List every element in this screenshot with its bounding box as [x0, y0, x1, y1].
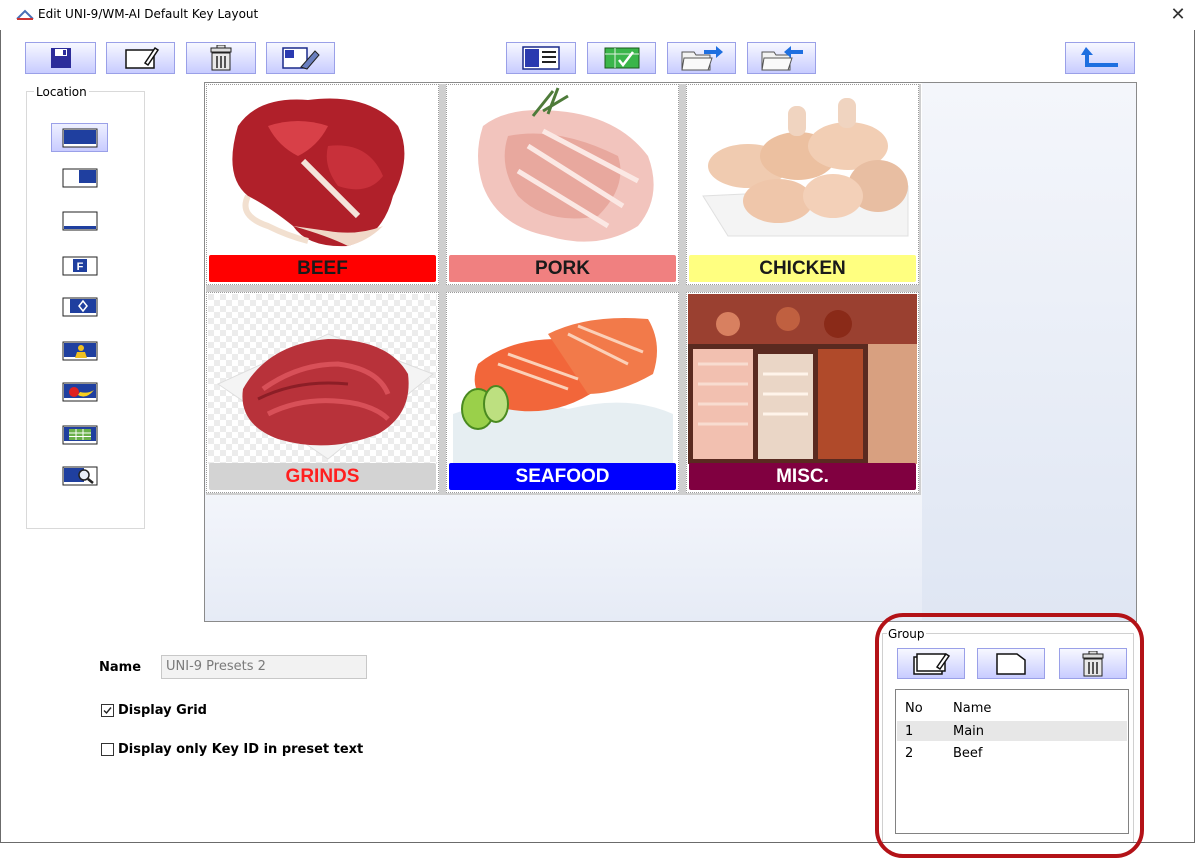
edit-group-icon: [913, 652, 951, 675]
location-produce-button[interactable]: [51, 377, 108, 406]
window-title: Edit UNI-9/WM-AI Default Key Layout: [38, 7, 259, 21]
deli-case-image: [688, 294, 917, 464]
location-right-button[interactable]: [51, 163, 108, 192]
ground-meat-image: [208, 294, 437, 464]
group-edit-button[interactable]: [897, 648, 965, 679]
name-field[interactable]: UNI-9 Presets 2: [161, 655, 367, 679]
grid-icon: [62, 425, 97, 444]
key-list-button[interactable]: [506, 42, 576, 74]
folder-import-icon: [760, 46, 803, 71]
canvas-empty-area: [922, 83, 1136, 620]
location-person-button[interactable]: [51, 336, 108, 365]
folder-export-icon: [680, 46, 723, 71]
full-layout-icon: [62, 128, 97, 147]
location-label: Location: [34, 85, 89, 99]
group-no: 2: [905, 745, 914, 761]
svg-text:F: F: [76, 261, 83, 273]
display-key-id-checkbox[interactable]: [101, 743, 114, 756]
column-header-no: No: [905, 700, 923, 716]
eraser-icon: [281, 47, 320, 70]
group-list-header: No Name: [897, 698, 1127, 718]
exit-button[interactable]: [1065, 42, 1135, 74]
floppy-disk-icon: [50, 48, 71, 68]
display-grid-label: Display Grid: [118, 703, 207, 718]
title-bar: Edit UNI-9/WM-AI Default Key Layout ✕: [0, 0, 1195, 30]
preset-key-chicken[interactable]: CHICKEN: [686, 84, 919, 285]
preset-key-beef[interactable]: BEEF: [206, 84, 439, 285]
display-key-id-checkbox-row[interactable]: Display only Key ID in preset text: [101, 742, 363, 757]
location-diamond-button[interactable]: [51, 292, 108, 321]
key-label: SEAFOOD: [449, 463, 676, 490]
save-button[interactable]: [25, 42, 96, 74]
key-label: MISC.: [689, 463, 916, 490]
list-item[interactable]: 2 Beef: [897, 743, 1127, 763]
display-grid-checkbox[interactable]: [101, 704, 114, 717]
key-label: PORK: [449, 255, 676, 282]
chicken-legs-image: [688, 86, 917, 256]
close-button[interactable]: ✕: [1166, 3, 1190, 27]
group-no: 1: [905, 723, 914, 739]
trash-icon: [1082, 650, 1104, 676]
display-key-id-label: Display only Key ID in preset text: [118, 742, 364, 757]
preset-key-seafood[interactable]: SEAFOOD: [446, 292, 679, 493]
beef-steak-image: [208, 86, 437, 256]
diamond-icon: [62, 297, 97, 316]
column-header-name: Name: [953, 700, 992, 716]
clear-layout-button[interactable]: [266, 42, 335, 74]
magnifier-icon: [62, 466, 97, 485]
produce-icon: [62, 382, 97, 401]
bottom-layout-icon: [62, 211, 97, 230]
return-arrow-icon: [1081, 47, 1118, 67]
salmon-fillet-image: [448, 294, 677, 464]
export-button[interactable]: [667, 42, 736, 74]
check-icon: [604, 47, 639, 69]
edit-button[interactable]: [106, 42, 175, 74]
pork-roast-image: [448, 86, 677, 256]
display-grid-checkbox-row[interactable]: Display Grid: [101, 703, 207, 718]
person-icon: [62, 341, 97, 360]
group-name: Main: [953, 723, 985, 739]
group-delete-button[interactable]: [1059, 648, 1127, 679]
key-label: GRINDS: [209, 463, 436, 490]
location-full-button[interactable]: [51, 123, 108, 152]
check-layout-button[interactable]: [587, 42, 656, 74]
list-item[interactable]: 1 Main: [897, 721, 1127, 741]
list-icon: [522, 46, 560, 70]
group-name: Beef: [953, 745, 983, 761]
name-label: Name: [99, 660, 142, 675]
preset-key-misc[interactable]: MISC.: [686, 292, 919, 493]
location-search-button[interactable]: [51, 461, 108, 490]
function-key-icon: F: [62, 256, 97, 275]
right-layout-icon: [62, 168, 97, 187]
group-list[interactable]: No Name 1 Main 2 Beef: [895, 689, 1129, 834]
group-label: Group: [887, 627, 926, 641]
app-logo-icon: [16, 9, 34, 20]
preset-key-grinds[interactable]: GRINDS: [206, 292, 439, 493]
location-function-key-button[interactable]: F: [51, 251, 108, 280]
delete-button[interactable]: [186, 42, 256, 74]
location-bottom-button[interactable]: [51, 206, 108, 235]
checkmark-icon: [103, 707, 112, 715]
key-label: CHICKEN: [689, 255, 916, 282]
location-grid-button[interactable]: [51, 420, 108, 449]
preset-key-grid: BEEF PORK CHICKEN GRINDS SEAFOOD MISC.: [206, 84, 921, 495]
import-button[interactable]: [747, 42, 816, 74]
key-label: BEEF: [209, 255, 436, 282]
preset-key-pork[interactable]: PORK: [446, 84, 679, 285]
group-new-button[interactable]: [977, 648, 1045, 679]
edit-pencil-icon: [124, 46, 159, 69]
trash-icon: [210, 45, 232, 71]
new-page-icon: [996, 652, 1026, 675]
